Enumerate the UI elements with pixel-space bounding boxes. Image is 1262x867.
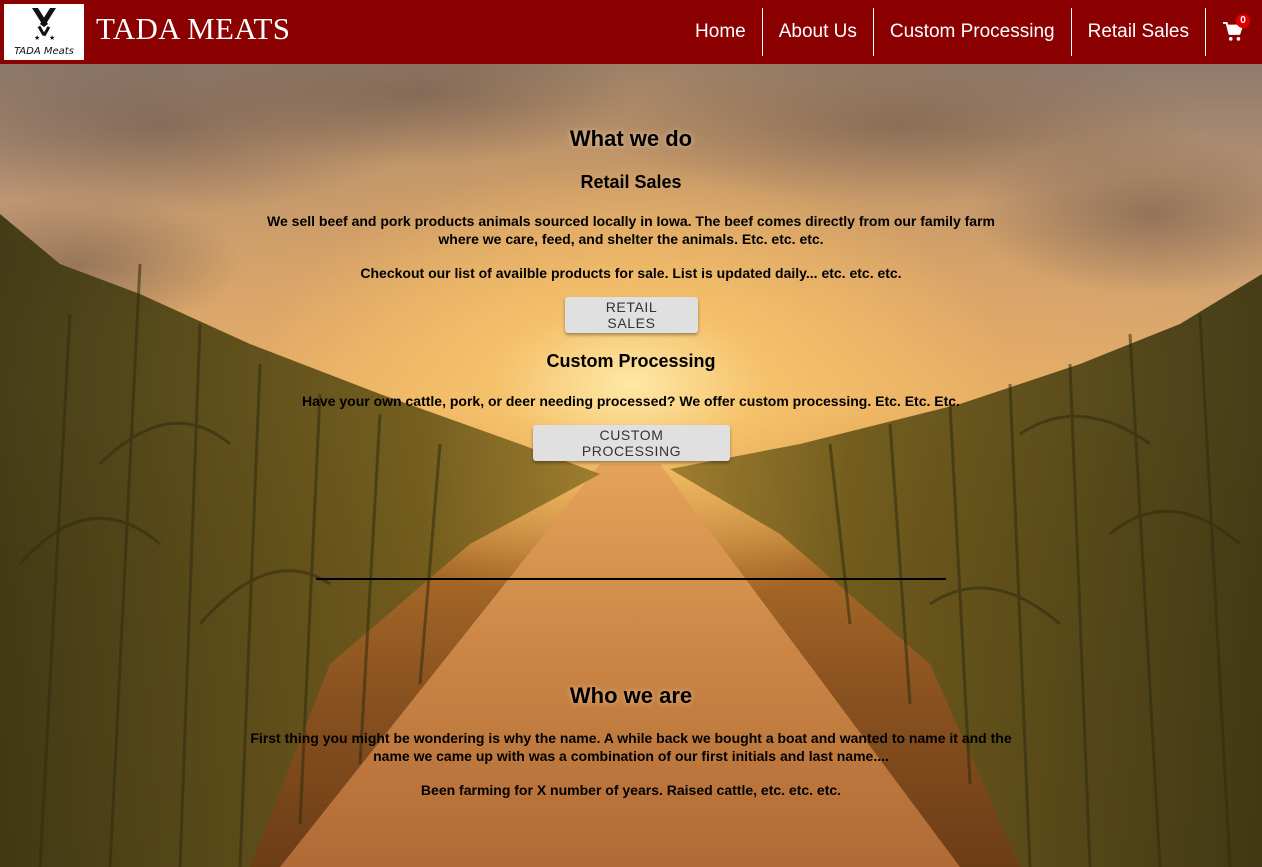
cart-button[interactable]: 0: [1206, 8, 1262, 56]
nav-about-us[interactable]: About Us: [763, 8, 874, 56]
custom-processing-button[interactable]: CUSTOM PROCESSING: [533, 425, 730, 461]
custom-processing-title: Custom Processing: [546, 351, 716, 371]
who-we-are-title: Who we are: [569, 683, 693, 708]
cart-count-badge: 0: [1236, 14, 1250, 28]
crossed-cleavers-icon: ★ ★: [32, 8, 56, 42]
what-we-do-title: What we do: [569, 126, 693, 151]
nav-retail-sales[interactable]: Retail Sales: [1072, 8, 1206, 56]
retail-sales-title: Retail Sales: [580, 172, 682, 192]
retail-sales-note: Checkout our list of availble products f…: [360, 265, 902, 281]
main-nav: Home About Us Custom Processing Retail S…: [679, 8, 1262, 56]
logo[interactable]: ★ ★ TADA Meats: [4, 4, 84, 60]
svg-text:★: ★: [49, 34, 55, 42]
site-header: ★ ★ TADA Meats TADA MEATS Home About Us …: [0, 0, 1262, 64]
section-divider: [316, 578, 946, 580]
who-we-are-story: First thing you might be wondering is wh…: [250, 730, 1012, 764]
svg-text:★: ★: [34, 34, 40, 42]
logo-text: TADA Meats: [14, 46, 74, 57]
custom-processing-description: Have your own cattle, pork, or deer need…: [302, 393, 960, 409]
brand-name[interactable]: TADA MEATS: [96, 11, 290, 47]
nav-custom-processing[interactable]: Custom Processing: [874, 8, 1072, 56]
nav-home[interactable]: Home: [679, 8, 763, 56]
retail-sales-button[interactable]: RETAIL SALES: [565, 297, 698, 333]
retail-sales-description: We sell beef and pork products animals s…: [267, 213, 995, 247]
who-we-are-history: Been farming for X number of years. Rais…: [420, 782, 842, 798]
